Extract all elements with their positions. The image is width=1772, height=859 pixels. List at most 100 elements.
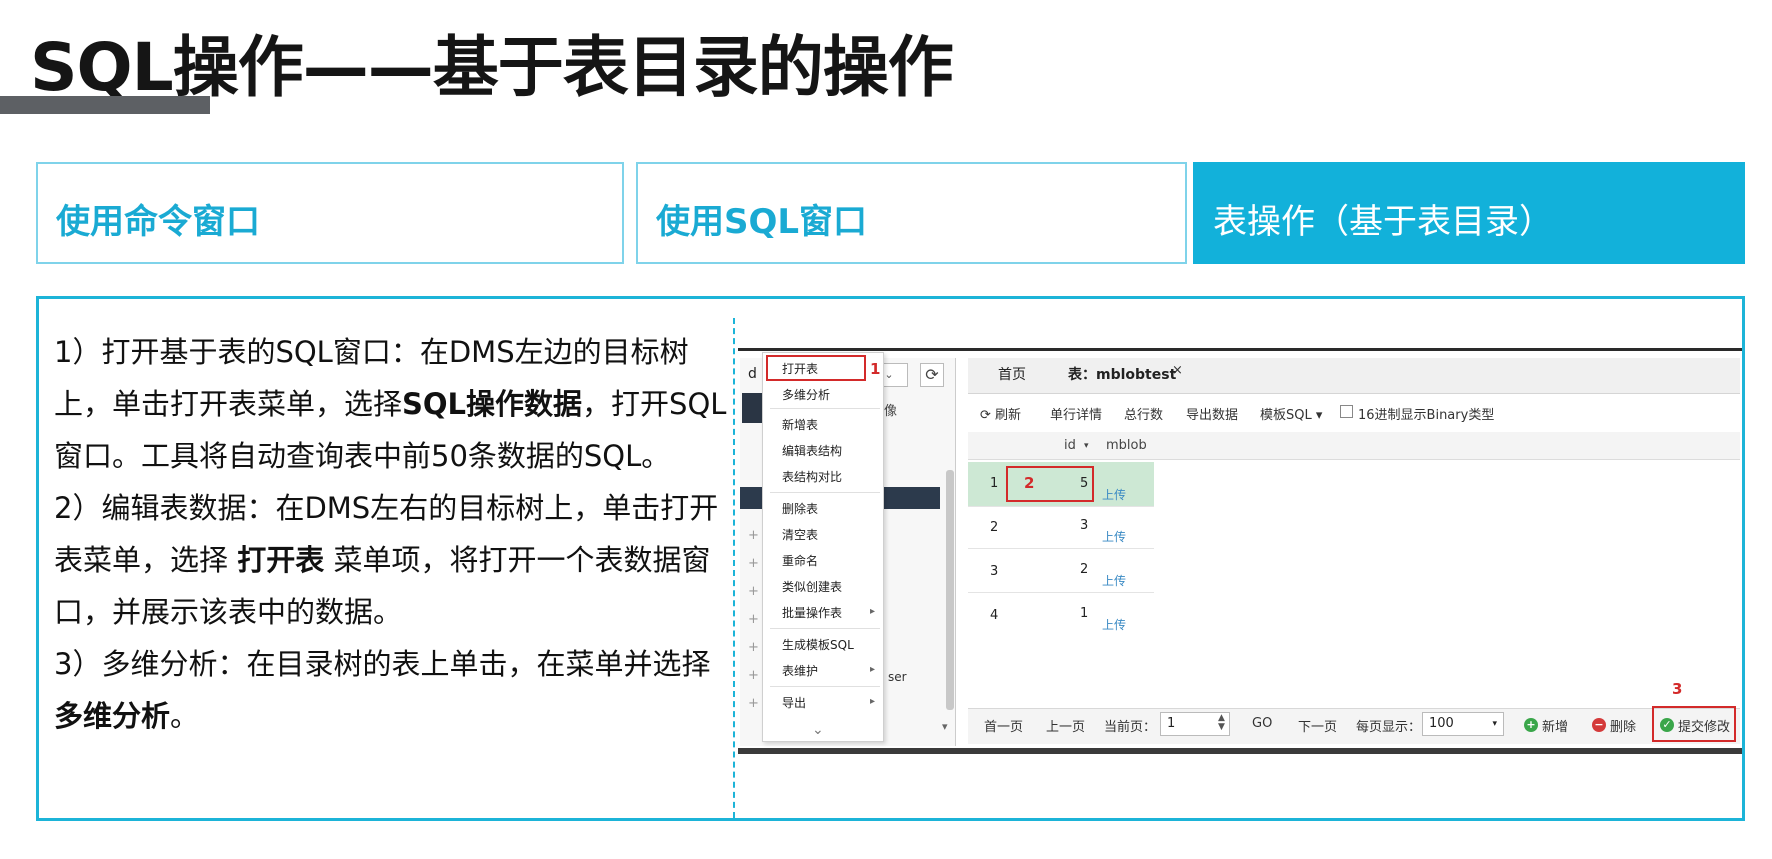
step-1-emphasis: SQL操作数据 xyxy=(402,387,583,421)
toolbar-refresh-label: 刷新 xyxy=(995,408,1022,423)
expand-icon[interactable]: + xyxy=(748,528,759,543)
upload-link[interactable]: 上传 xyxy=(1102,528,1126,545)
callout-number: 3 xyxy=(1672,680,1683,698)
delete-button[interactable]: 删除 xyxy=(1610,716,1636,735)
cell-id[interactable]: 3 xyxy=(1080,518,1088,533)
tab-label: 表操作（基于表目录） xyxy=(1213,202,1553,242)
db-select-text: d xyxy=(748,366,757,382)
go-button[interactable]: GO xyxy=(1252,716,1272,731)
delete-icon: − xyxy=(1592,718,1606,732)
expand-icon[interactable]: + xyxy=(748,612,759,627)
screenshot-border-top xyxy=(738,348,1742,351)
per-page-label: 每页显示： xyxy=(1356,720,1422,735)
chevron-down-icon: ▾ xyxy=(1311,408,1323,423)
expand-icon[interactable]: + xyxy=(748,640,759,655)
per-page-value: 100 xyxy=(1429,716,1454,731)
chevron-down-icon[interactable]: ⌄ xyxy=(812,722,824,738)
row-number: 4 xyxy=(990,608,999,623)
upload-link[interactable]: 上传 xyxy=(1102,486,1126,503)
scroll-down-icon[interactable]: ▾ xyxy=(942,720,948,733)
per-page-select[interactable]: 100 ▾ xyxy=(1422,712,1504,736)
close-icon[interactable]: × xyxy=(1172,363,1183,378)
hex-checkbox[interactable] xyxy=(1340,405,1353,418)
row-number: 3 xyxy=(990,564,999,579)
menu-item-edit-structure[interactable]: 编辑表结构 xyxy=(782,442,842,459)
menu-item-export[interactable]: 导出 xyxy=(782,694,806,711)
row-divider xyxy=(968,548,1154,549)
submenu-arrow-icon: ▸ xyxy=(870,696,876,707)
chevron-down-icon: ▾ xyxy=(1492,719,1497,729)
step-2: 2）编辑表数据：在DMS左右的目标树上，单击打开表菜单，选择 打开表 菜单项，将… xyxy=(54,482,734,638)
row-divider xyxy=(968,506,1154,507)
menu-item-new-table[interactable]: 新增表 xyxy=(782,416,818,433)
page-stepper-icon[interactable]: ▲ ▼ xyxy=(1218,714,1225,732)
menu-item-batch-ops[interactable]: 批量操作表 xyxy=(782,604,842,621)
inner-tab-table[interactable]: 表：mblobtest xyxy=(1068,364,1176,384)
submenu-arrow-icon: ▸ xyxy=(870,664,876,675)
callout-number: 2 xyxy=(1024,474,1035,492)
tree-tab-label: 像 xyxy=(884,404,898,419)
refresh-icon[interactable]: ⟳ xyxy=(920,363,944,387)
row-divider xyxy=(968,592,1154,593)
add-button[interactable]: 新增 xyxy=(1542,716,1568,735)
row-number: 2 xyxy=(990,520,999,535)
toolbar-template-sql[interactable]: 模板SQL ▾ xyxy=(1260,404,1322,423)
tab-table-operation[interactable]: 表操作（基于表目录） xyxy=(1193,162,1745,264)
column-header-id[interactable]: id xyxy=(1064,438,1076,453)
menu-separator xyxy=(770,408,880,409)
expand-icon[interactable]: + xyxy=(748,696,759,711)
step-1: 1）打开基于表的SQL窗口：在DMS左边的目标树上，单击打开表菜单，选择SQL操… xyxy=(54,326,734,482)
step-3-emphasis: 多维分析 xyxy=(54,699,171,733)
step-2-emphasis: 打开表 xyxy=(237,543,325,577)
tab-label: 使用命令窗口 xyxy=(56,202,260,242)
row-number: 1 xyxy=(990,476,999,491)
step-3: 3）多维分析：在目录树的表上单击，在菜单并选择多维分析。 xyxy=(54,638,734,742)
inner-tab-home[interactable]: 首页 xyxy=(998,364,1026,384)
menu-separator xyxy=(770,686,880,687)
menu-item-create-like[interactable]: 类似创建表 xyxy=(782,578,842,595)
menu-item-compare-structure[interactable]: 表结构对比 xyxy=(782,468,842,485)
expand-icon[interactable]: + xyxy=(748,584,759,599)
prev-page-button[interactable]: 上一页 xyxy=(1046,716,1085,735)
tree-scrollbar[interactable] xyxy=(946,470,954,710)
step-3-text: 3）多维分析：在目录树的表上单击，在菜单并选择 xyxy=(54,647,711,681)
menu-item-truncate-table[interactable]: 清空表 xyxy=(782,526,818,543)
submenu-arrow-icon: ▸ xyxy=(870,606,876,617)
toolbar-total-rows[interactable]: 总行数 xyxy=(1124,404,1163,423)
menu-item-multidim-analysis[interactable]: 多维分析 xyxy=(782,386,830,403)
steps-text: 1）打开基于表的SQL窗口：在DMS左边的目标树上，单击打开表菜单，选择SQL操… xyxy=(54,326,734,742)
tab-sql-window[interactable]: 使用SQL窗口 xyxy=(636,162,1187,264)
current-page-label: 当前页： xyxy=(1104,720,1157,735)
highlight-submit xyxy=(1652,706,1736,742)
menu-item-template-sql[interactable]: 生成模板SQL xyxy=(782,636,854,653)
tab-command-window[interactable]: 使用命令窗口 xyxy=(36,162,624,264)
menu-separator xyxy=(770,628,880,629)
menu-separator xyxy=(770,492,880,493)
upload-link[interactable]: 上传 xyxy=(1102,572,1126,589)
menu-item-drop-table[interactable]: 删除表 xyxy=(782,500,818,517)
column-header-mblob[interactable]: mblob xyxy=(1106,438,1147,453)
next-page-button[interactable]: 下一页 xyxy=(1298,716,1337,735)
context-menu xyxy=(762,352,884,742)
upload-link[interactable]: 上传 xyxy=(1102,616,1126,633)
sort-icon[interactable]: ▾ xyxy=(1084,441,1089,451)
cell-id[interactable]: 1 xyxy=(1080,606,1088,621)
toolbar-refresh[interactable]: ⟳ 刷新 xyxy=(980,404,1021,423)
menu-item-rename[interactable]: 重命名 xyxy=(782,552,818,569)
add-icon: + xyxy=(1524,718,1538,732)
callout-number: 1 xyxy=(870,360,881,378)
menu-item-maintenance[interactable]: 表维护 xyxy=(782,662,818,679)
screenshot-border-bottom xyxy=(738,748,1742,754)
toolbar-template-sql-label: 模板SQL xyxy=(1260,408,1312,423)
expand-icon[interactable]: + xyxy=(748,556,759,571)
step-3-text-end: 。 xyxy=(170,699,200,733)
tree-item-text: ser xyxy=(888,670,907,684)
toolbar-row-detail[interactable]: 单行详情 xyxy=(1050,404,1102,423)
highlight-edit-cell xyxy=(1006,466,1094,502)
toolbar-export[interactable]: 导出数据 xyxy=(1186,404,1238,423)
hex-checkbox-label: 16进制显示Binary类型 xyxy=(1358,408,1495,423)
expand-icon[interactable]: + xyxy=(748,668,759,683)
first-page-button[interactable]: 首一页 xyxy=(984,716,1023,735)
title-underline-bar xyxy=(0,96,210,114)
cell-id[interactable]: 2 xyxy=(1080,562,1088,577)
